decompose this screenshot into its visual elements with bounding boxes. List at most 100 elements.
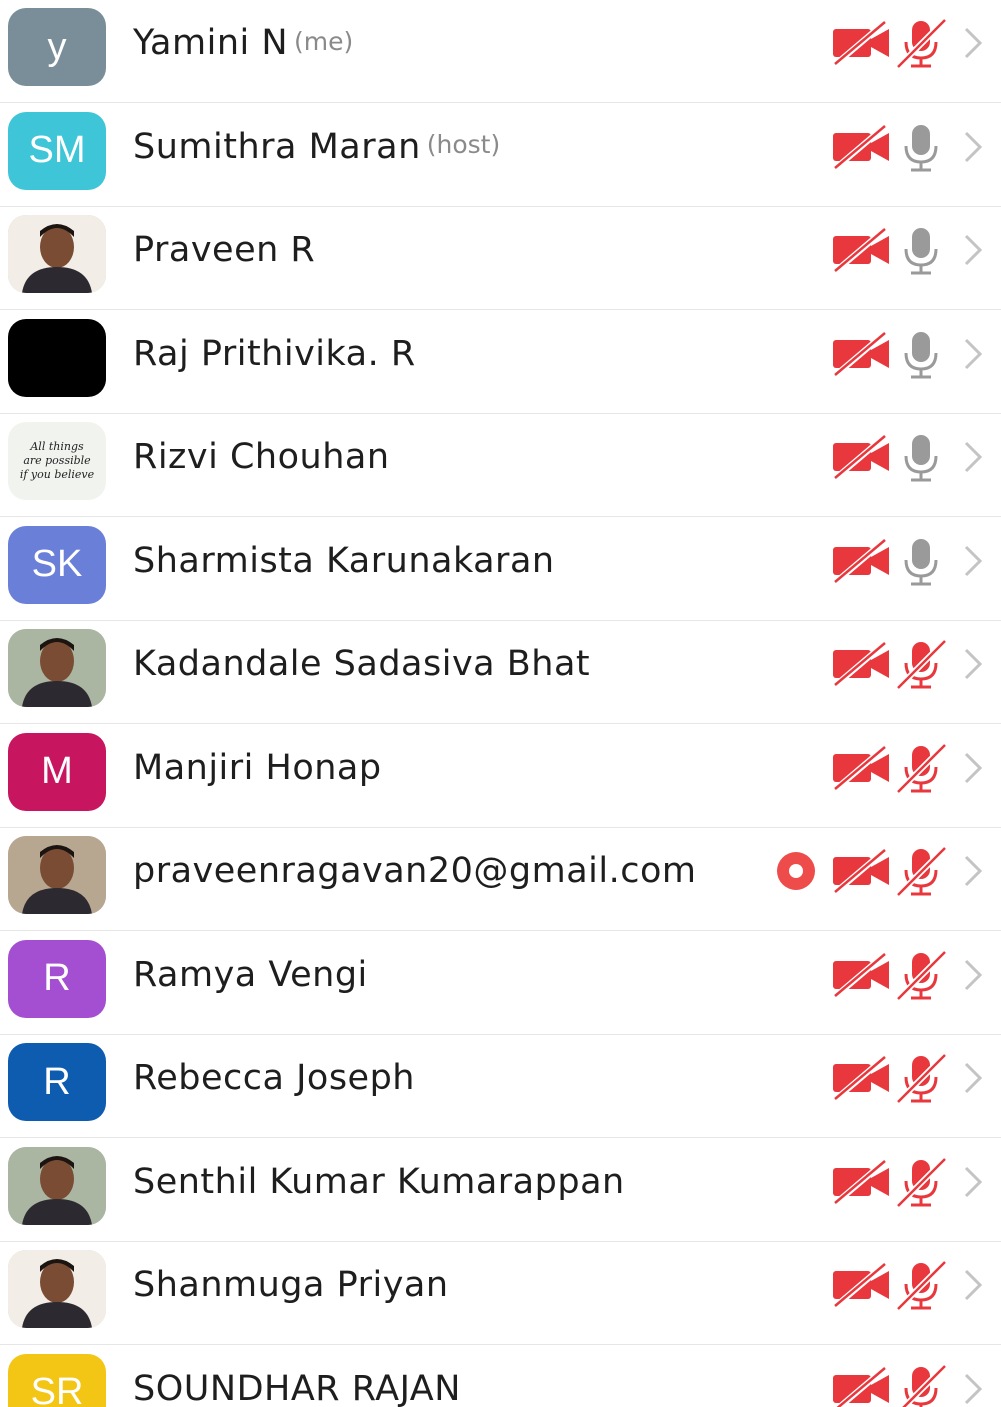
participant-name: Ramya Vengi xyxy=(133,954,368,995)
chevron-right-icon[interactable] xyxy=(961,231,985,269)
participant-name-wrap: SOUNDHAR RAJAN xyxy=(133,1346,461,1407)
avatar: M xyxy=(8,732,106,811)
avatar-caption: if you believe xyxy=(19,468,95,481)
avatar: SM xyxy=(8,111,106,190)
video-off-icon xyxy=(831,20,891,66)
participant-row[interactable]: SM Sumithra Maran (host) xyxy=(0,104,1001,207)
avatar: R xyxy=(8,939,106,1018)
video-off-icon xyxy=(831,745,891,791)
mic-muted-icon xyxy=(895,1364,947,1407)
participant-name: Praveen R xyxy=(133,230,316,270)
video-off-icon xyxy=(831,848,891,894)
mic-muted-icon xyxy=(895,1157,947,1209)
participant-row[interactable]: All things are possible if you believe Rizv… xyxy=(0,414,1001,517)
video-off-icon xyxy=(831,124,891,170)
mic-icon xyxy=(895,536,947,588)
recording-icon xyxy=(771,851,821,891)
participant-name: praveenragavan20@gmail.com xyxy=(133,851,697,891)
video-off-icon xyxy=(831,331,891,377)
chevron-right-icon[interactable] xyxy=(961,749,985,787)
participant-name: Manjiri Honap xyxy=(133,747,382,788)
chevron-right-icon[interactable] xyxy=(961,24,985,62)
participant-row[interactable]: Senthil Kumar Kumarappan xyxy=(0,1139,1001,1242)
chevron-right-icon[interactable] xyxy=(961,128,985,166)
participant-name-wrap: praveenragavan20@gmail.com xyxy=(133,828,696,914)
chevron-right-icon[interactable] xyxy=(961,1370,985,1407)
chevron-right-icon[interactable] xyxy=(961,852,985,890)
chevron-right-icon[interactable] xyxy=(961,956,985,994)
participant-row[interactable]: R Rebecca Joseph xyxy=(0,1035,1001,1138)
participant-name: Kadandale Sadasiva Bhat xyxy=(133,644,591,684)
mic-muted-icon xyxy=(895,18,947,70)
participant-name: Shanmuga Priyan xyxy=(133,1265,449,1305)
mic-muted-icon xyxy=(895,1260,947,1312)
participant-row[interactable]: M Manjiri Honap xyxy=(0,725,1001,828)
participant-row[interactable]: SR SOUNDHAR RAJAN xyxy=(0,1346,1001,1407)
avatar: y xyxy=(8,8,106,86)
chevron-right-icon[interactable] xyxy=(961,645,985,683)
mic-muted-icon xyxy=(895,743,947,795)
participant-name-wrap: Ramya Vengi xyxy=(133,932,368,1018)
avatar-caption: are possible xyxy=(23,454,91,467)
video-off-icon xyxy=(831,641,891,687)
chevron-right-icon[interactable] xyxy=(961,1059,985,1097)
participant-name-wrap: Praveen R xyxy=(133,207,315,293)
mic-icon xyxy=(895,225,947,277)
mic-muted-icon xyxy=(895,639,947,691)
chevron-right-icon[interactable] xyxy=(961,542,985,580)
participant-row[interactable]: Praveen R xyxy=(0,207,1001,310)
participant-name: Sharmista Karunakaran xyxy=(133,540,555,581)
participant-role-tag: (me) xyxy=(294,26,354,56)
avatar: R xyxy=(8,1043,106,1121)
video-off-icon xyxy=(831,1055,891,1101)
participant-name-wrap: Sumithra Maran (host) xyxy=(133,104,500,190)
participant-role-tag: (host) xyxy=(426,130,501,159)
chevron-right-icon[interactable] xyxy=(961,1266,985,1304)
video-off-icon xyxy=(831,538,891,584)
participant-name-wrap: Kadandale Sadasiva Bhat xyxy=(133,621,590,707)
participant-name: Rebecca Joseph xyxy=(133,1058,415,1098)
avatar: SK xyxy=(8,525,106,604)
video-off-icon xyxy=(831,1262,891,1308)
chevron-right-icon[interactable] xyxy=(961,438,985,476)
participant-controls xyxy=(771,1346,1001,1407)
video-off-icon xyxy=(831,227,891,273)
mic-icon xyxy=(895,122,947,174)
mic-icon xyxy=(895,329,947,381)
participant-controls xyxy=(771,414,1001,500)
participant-row[interactable]: R Ramya Vengi xyxy=(0,932,1001,1035)
mic-muted-icon xyxy=(895,1053,947,1105)
participant-row[interactable]: Kadandale Sadasiva Bhat xyxy=(0,621,1001,724)
video-off-icon xyxy=(831,1366,891,1407)
participant-name-wrap: Rebecca Joseph xyxy=(133,1035,415,1121)
participant-name-wrap: Senthil Kumar Kumarappan xyxy=(133,1139,625,1225)
participant-name-wrap: Sharmista Karunakaran xyxy=(133,518,555,604)
participant-row[interactable]: SK Sharmista Karunakaran xyxy=(0,518,1001,621)
participant-controls xyxy=(771,311,1001,397)
video-off-icon xyxy=(831,434,891,480)
participant-row[interactable]: Shanmuga Priyan xyxy=(0,1242,1001,1345)
participant-controls xyxy=(771,0,1001,86)
chevron-right-icon[interactable] xyxy=(961,335,985,373)
mic-muted-icon xyxy=(895,950,947,1002)
participant-row[interactable]: Raj Prithivika. R xyxy=(0,311,1001,414)
participant-controls xyxy=(771,621,1001,707)
participant-controls xyxy=(771,828,1001,914)
avatar xyxy=(8,318,106,397)
participant-controls xyxy=(771,725,1001,811)
participant-name-wrap: Raj Prithivika. R xyxy=(133,311,416,397)
mic-muted-icon xyxy=(895,846,947,898)
participant-controls xyxy=(771,1139,1001,1225)
participant-row[interactable]: praveenragavan20@gmail.com xyxy=(0,828,1001,931)
participant-name: Raj Prithivika. R xyxy=(133,333,416,374)
avatar-caption: All things xyxy=(30,440,84,453)
participant-row[interactable]: y Yamini N (me) xyxy=(0,0,1001,103)
participant-controls xyxy=(771,1242,1001,1328)
participant-controls xyxy=(771,518,1001,604)
participant-controls xyxy=(771,104,1001,190)
participant-name: Sumithra Maran xyxy=(133,126,421,167)
chevron-right-icon[interactable] xyxy=(961,1163,985,1201)
person-photo-icon xyxy=(8,1146,106,1225)
participant-name: SOUNDHAR RAJAN xyxy=(133,1368,461,1407)
person-photo-icon xyxy=(8,629,106,707)
